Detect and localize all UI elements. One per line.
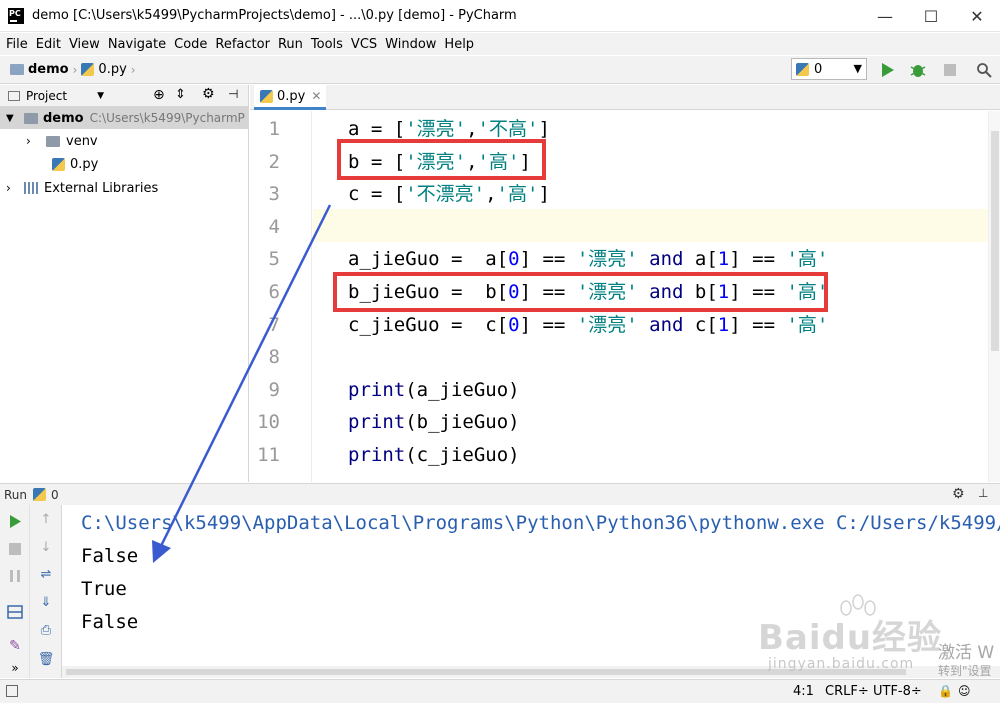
file-encoding[interactable]: UTF-8÷ — [873, 684, 922, 699]
status-bar: 4:1 CRLF÷ UTF-8÷ 🔒 ☺ — [0, 679, 1000, 703]
lock-icon[interactable]: 🔒 — [938, 684, 953, 698]
annotation-arrow — [152, 204, 332, 563]
line-separator[interactable]: CRLF÷ — [825, 684, 869, 699]
inspector-icon[interactable]: ☺ — [958, 684, 971, 698]
cursor-position[interactable]: 4:1 — [793, 684, 814, 699]
status-panel-icon[interactable] — [6, 685, 18, 697]
